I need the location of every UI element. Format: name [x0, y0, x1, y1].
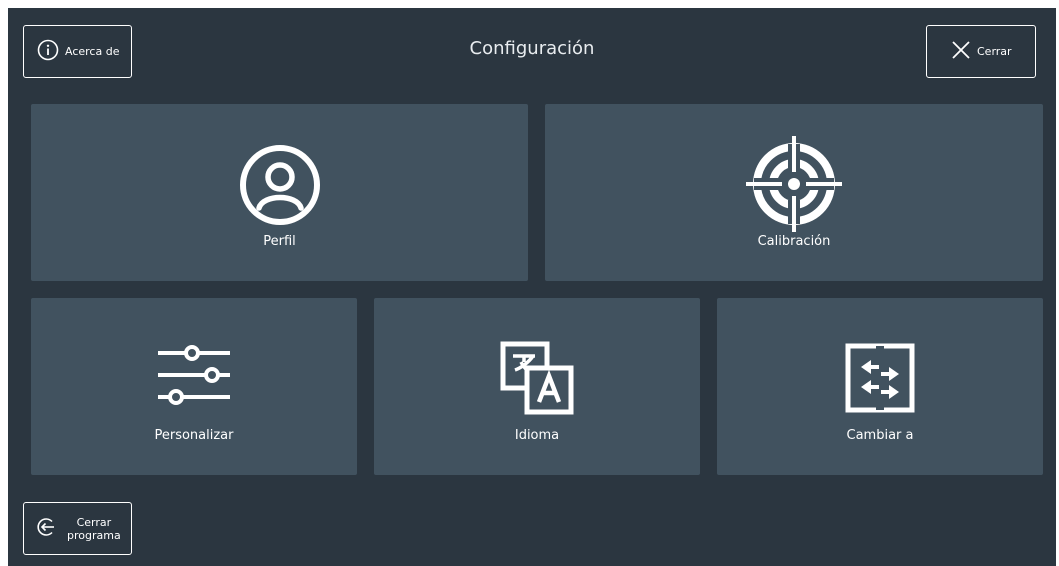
exit-icon	[37, 517, 57, 541]
tile-cambiar[interactable]: Cambiar a	[717, 298, 1043, 475]
tile-cambiar-label: Cambiar a	[846, 428, 914, 443]
target-icon	[746, 136, 842, 236]
translate-icon	[499, 340, 575, 420]
switch-arrows-icon	[845, 343, 915, 417]
tile-perfil[interactable]: Perfil	[31, 104, 528, 281]
sliders-icon	[156, 342, 232, 412]
settings-window: Acerca de Configuración Cerrar Perfil Ca…	[8, 8, 1056, 566]
tile-idioma-label: Idioma	[514, 428, 560, 443]
tile-calibracion[interactable]: Calibración	[545, 104, 1043, 281]
tile-personalizar-label: Personalizar	[154, 428, 234, 443]
tile-personalizar[interactable]: Personalizar	[31, 298, 357, 475]
close-button[interactable]: Cerrar	[926, 25, 1036, 78]
page-title: Configuración	[469, 38, 595, 59]
close-label: Cerrar	[977, 45, 1012, 58]
close-icon	[951, 40, 971, 64]
exit-label: Cerrar programa	[67, 516, 121, 542]
tile-idioma[interactable]: Idioma	[374, 298, 700, 475]
tile-calibracion-label: Calibración	[757, 234, 831, 249]
exit-program-button[interactable]: Cerrar programa	[23, 502, 132, 555]
user-icon	[239, 144, 321, 230]
tile-perfil-label: Perfil	[263, 234, 296, 249]
exit-label-line1: Cerrar	[76, 515, 112, 529]
exit-label-line2: programa	[67, 528, 121, 542]
